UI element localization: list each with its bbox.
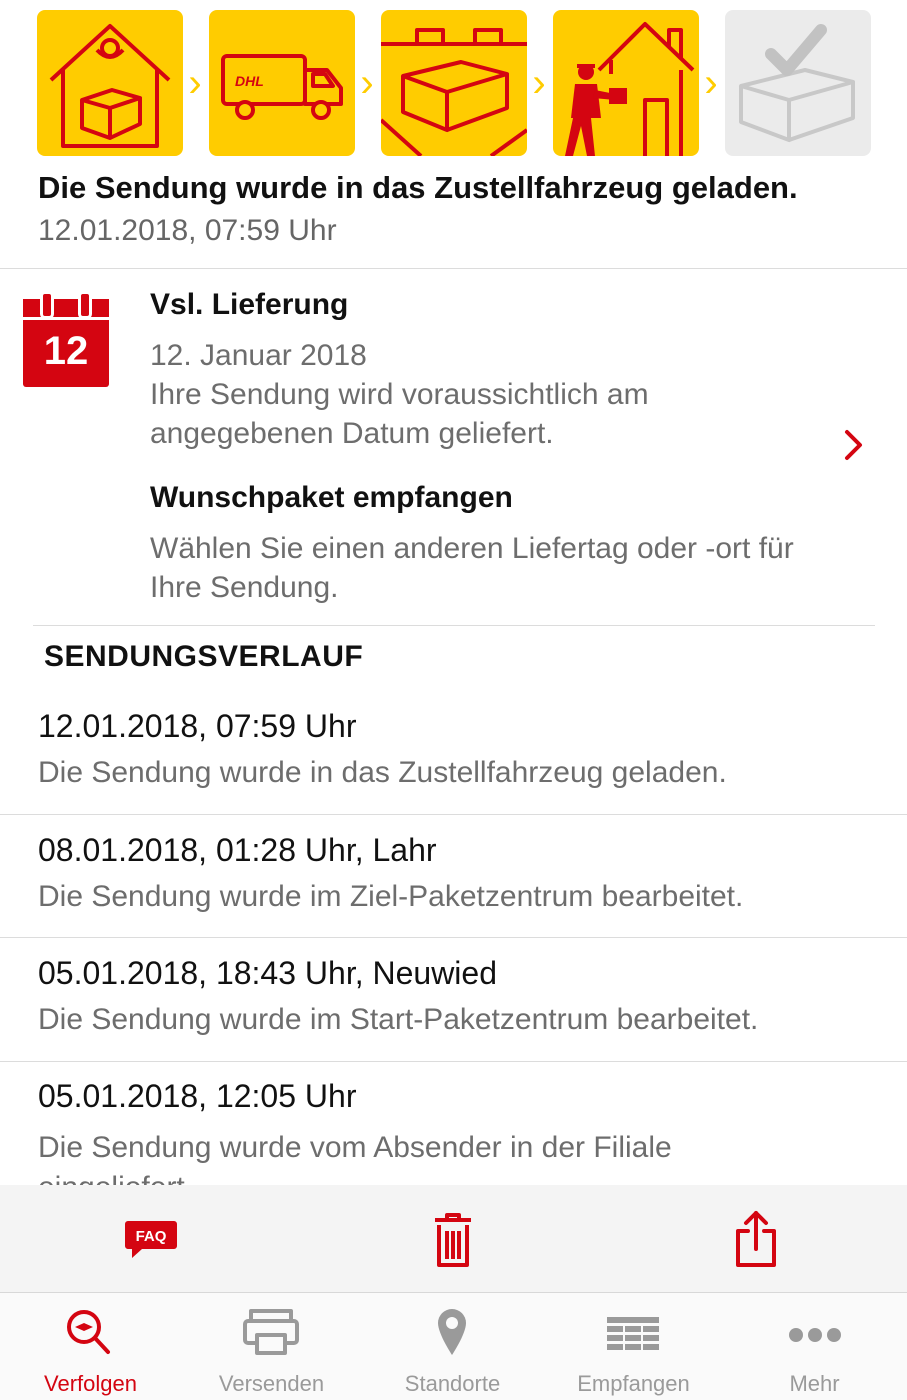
- step-delivery-truck: DHL: [209, 10, 355, 156]
- history-event-description: Die Sendung wurde im Ziel-Paketzentrum b…: [38, 880, 744, 913]
- tab-versenden[interactable]: Versenden: [181, 1293, 362, 1400]
- estimated-delivery-heading: Vsl. Lieferung: [150, 288, 349, 321]
- history-section-title: SENDUNGSVERLAUF: [44, 640, 364, 673]
- step-arrow-icon: ›: [188, 61, 202, 105]
- calendar-day: 12: [43, 329, 89, 373]
- action-toolbar: FAQ: [0, 1185, 907, 1293]
- history-event-time: 08.01.2018, 01:28 Uhr, Lahr: [38, 832, 437, 868]
- history-event-time: 05.01.2018, 18:43 Uhr, Neuwied: [38, 955, 497, 991]
- step-package-at-post-office: [37, 10, 183, 156]
- current-status-title: Die Sendung wurde in das Zustellfahrzeug…: [38, 170, 798, 205]
- estimated-delivery-note: Ihre Sendung wird voraussichtlich am ang…: [150, 378, 649, 450]
- history-event-time: 05.01.2018, 12:05 Uhr: [38, 1080, 357, 1114]
- tab-empfangen[interactable]: Empfangen: [543, 1293, 724, 1400]
- chevron-right-icon[interactable]: [838, 420, 868, 470]
- tab-label: Standorte: [404, 1371, 501, 1396]
- divider: [0, 937, 907, 938]
- calendar-icon: 12: [23, 291, 109, 389]
- more-dots-icon: [789, 1328, 841, 1342]
- tab-label: Versenden: [218, 1371, 325, 1396]
- divider: [0, 1061, 907, 1062]
- tab-label: Empfangen: [577, 1371, 690, 1396]
- estimated-delivery-date: 12. Januar 2018: [150, 339, 367, 372]
- tracking-progress-steps: › DHL › › ›: [0, 0, 907, 170]
- tab-label: Verfolgen: [44, 1371, 137, 1396]
- track-search-icon: [67, 1310, 110, 1354]
- divider: [0, 268, 907, 269]
- trash-icon[interactable]: [423, 1209, 483, 1269]
- divider: [33, 625, 875, 626]
- step-arrow-icon: ›: [532, 61, 546, 105]
- share-icon[interactable]: [726, 1209, 786, 1269]
- tab-standorte[interactable]: Standorte: [362, 1293, 543, 1400]
- history-event-time: 12.01.2018, 07:59 Uhr: [38, 708, 357, 744]
- step-courier-delivering: [553, 10, 699, 156]
- delivery-truck-icon: DHL: [221, 54, 343, 120]
- history-event-description: Die Sendung wurde vom Absender in der Fi…: [38, 1131, 672, 1185]
- faq-label: FAQ: [136, 1228, 167, 1245]
- location-pin-icon: [438, 1309, 466, 1355]
- dhl-truck-logo: DHL: [235, 73, 264, 89]
- wish-package-heading: Wunschpaket empfangen: [150, 481, 513, 514]
- wish-package-text: Wählen Sie einen anderen Liefertag oder …: [150, 532, 794, 604]
- step-delivered: [725, 10, 871, 156]
- package-in-transit-icon: [381, 28, 527, 156]
- step-package-in-transit: [381, 10, 527, 156]
- step-arrow-icon: ›: [360, 61, 374, 105]
- faq-icon[interactable]: FAQ: [121, 1209, 181, 1269]
- courier-delivering-icon: [565, 22, 695, 156]
- divider: [0, 814, 907, 815]
- tab-verfolgen[interactable]: Verfolgen: [0, 1293, 181, 1400]
- history-event[interactable]: 05.01.2018, 12:05 Uhr Die Sendung wurde …: [0, 1080, 907, 1185]
- tab-bar: Verfolgen Versenden Standorte Empfangen …: [0, 1293, 907, 1400]
- history-event-description: Die Sendung wurde in das Zustellfahrzeug…: [38, 756, 727, 789]
- printer-icon: [243, 1309, 299, 1355]
- tab-label: Mehr: [789, 1371, 840, 1396]
- tab-mehr[interactable]: Mehr: [724, 1293, 905, 1400]
- history-event-description: Die Sendung wurde im Start-Paketzentrum …: [38, 1003, 759, 1036]
- package-at-post-office-icon: [49, 24, 171, 148]
- step-arrow-icon: ›: [704, 61, 718, 105]
- delivered-checkmark-icon: [739, 24, 855, 142]
- mailbox-icon: [607, 1317, 659, 1350]
- current-status-timestamp: 12.01.2018, 07:59 Uhr: [38, 214, 337, 247]
